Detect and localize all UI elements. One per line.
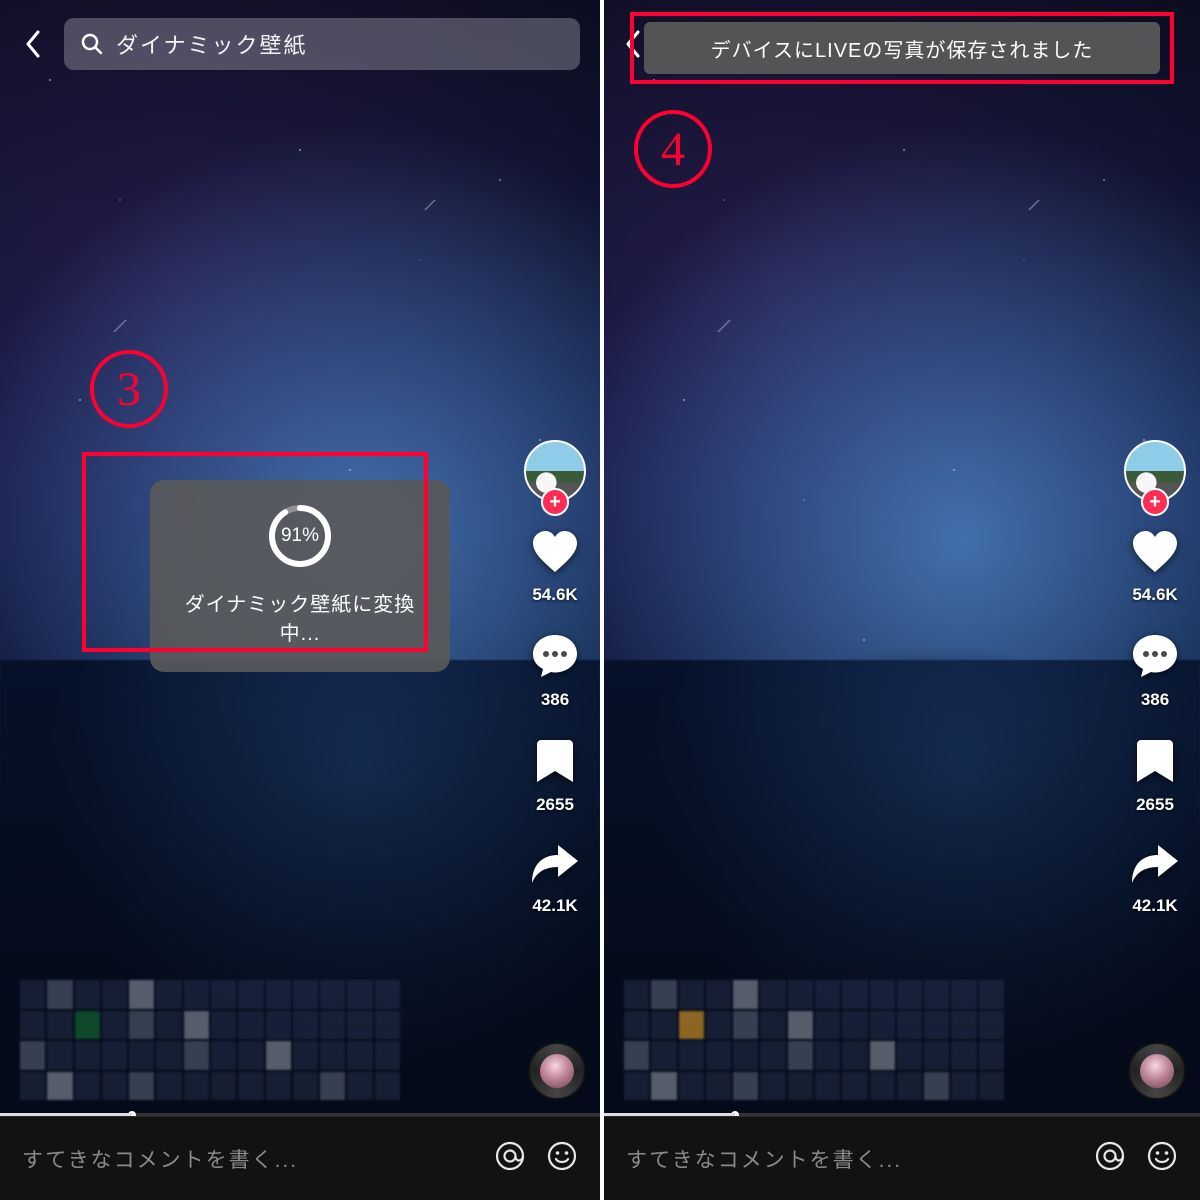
top-bar: ダイナミック壁紙 (20, 18, 580, 70)
comment-button[interactable]: 386 (1131, 633, 1179, 710)
music-disc[interactable] (528, 1042, 586, 1100)
action-rail: + 54.6K 386 2655 42.1K (1124, 440, 1186, 916)
conversion-progress-modal: 91% ダイナミック壁紙に変換中... (150, 480, 450, 672)
mention-button[interactable] (494, 1140, 526, 1177)
action-rail: + 54.6K 386 2655 42.1K (524, 440, 586, 916)
like-button[interactable]: 54.6K (1131, 530, 1179, 605)
like-button[interactable]: 54.6K (531, 530, 579, 605)
comment-bar: すてきなコメントを書く... (0, 1116, 600, 1200)
share-icon (530, 843, 580, 890)
annotation-step-circle: 4 (634, 110, 712, 188)
share-count: 42.1K (1132, 896, 1177, 916)
back-button[interactable] (20, 31, 46, 57)
creator-avatar[interactable]: + (1124, 440, 1186, 502)
emoji-icon (1146, 1140, 1178, 1172)
follow-plus-badge[interactable]: + (541, 488, 569, 516)
share-button[interactable]: 42.1K (530, 843, 580, 916)
comment-count: 386 (541, 690, 569, 710)
annotation-step-number: 3 (117, 362, 141, 417)
progress-message: ダイナミック壁紙に変換中... (168, 588, 432, 646)
bookmark-button[interactable]: 2655 (1135, 738, 1175, 815)
creator-avatar[interactable]: + (524, 440, 586, 502)
caption-area-blurred (624, 980, 1004, 1100)
comment-icon (531, 633, 579, 684)
comment-button[interactable]: 386 (531, 633, 579, 710)
toast-message: デバイスにLIVEの写真が保存されました (711, 34, 1094, 63)
comment-icon (1131, 633, 1179, 684)
bookmark-icon (1135, 738, 1175, 789)
comment-bar: すてきなコメントを書く... (604, 1116, 1200, 1200)
bookmark-icon (535, 738, 575, 789)
phone-screenshot-step-3: ダイナミック壁紙 3 91% ダイナミック壁紙に変換中... + 54.6K (0, 0, 600, 1200)
back-button-faded[interactable] (624, 30, 642, 63)
progress-percent-text: 91% (266, 502, 334, 570)
annotation-step-circle: 3 (90, 350, 168, 428)
like-count: 54.6K (1132, 585, 1177, 605)
like-count: 54.6K (532, 585, 577, 605)
bookmark-button[interactable]: 2655 (535, 738, 575, 815)
progress-ring: 91% (266, 502, 334, 570)
save-success-toast: デバイスにLIVEの写真が保存されました (644, 22, 1160, 74)
search-query: ダイナミック壁紙 (116, 28, 308, 60)
at-icon (1094, 1140, 1126, 1172)
chevron-left-icon (624, 30, 642, 58)
at-icon (494, 1140, 526, 1172)
emoji-button[interactable] (546, 1140, 578, 1177)
caption-area-blurred (20, 980, 400, 1100)
bookmark-count: 2655 (536, 795, 574, 815)
share-icon (1130, 843, 1180, 890)
bookmark-count: 2655 (1136, 795, 1174, 815)
share-button[interactable]: 42.1K (1130, 843, 1180, 916)
annotation-step-number: 4 (661, 122, 685, 177)
emoji-icon (546, 1140, 578, 1172)
search-box[interactable]: ダイナミック壁紙 (64, 18, 580, 70)
comment-input[interactable]: すてきなコメントを書く... (626, 1144, 1074, 1174)
follow-plus-badge[interactable]: + (1141, 488, 1169, 516)
music-disc[interactable] (1128, 1042, 1186, 1100)
emoji-button[interactable] (1146, 1140, 1178, 1177)
mention-button[interactable] (1094, 1140, 1126, 1177)
search-icon (80, 32, 104, 56)
heart-icon (531, 530, 579, 579)
heart-icon (1131, 530, 1179, 579)
share-count: 42.1K (532, 896, 577, 916)
phone-screenshot-step-4: デバイスにLIVEの写真が保存されました 4 + 54.6K 386 (600, 0, 1200, 1200)
chevron-left-icon (24, 30, 42, 58)
comment-count: 386 (1141, 690, 1169, 710)
comment-input[interactable]: すてきなコメントを書く... (22, 1144, 474, 1174)
